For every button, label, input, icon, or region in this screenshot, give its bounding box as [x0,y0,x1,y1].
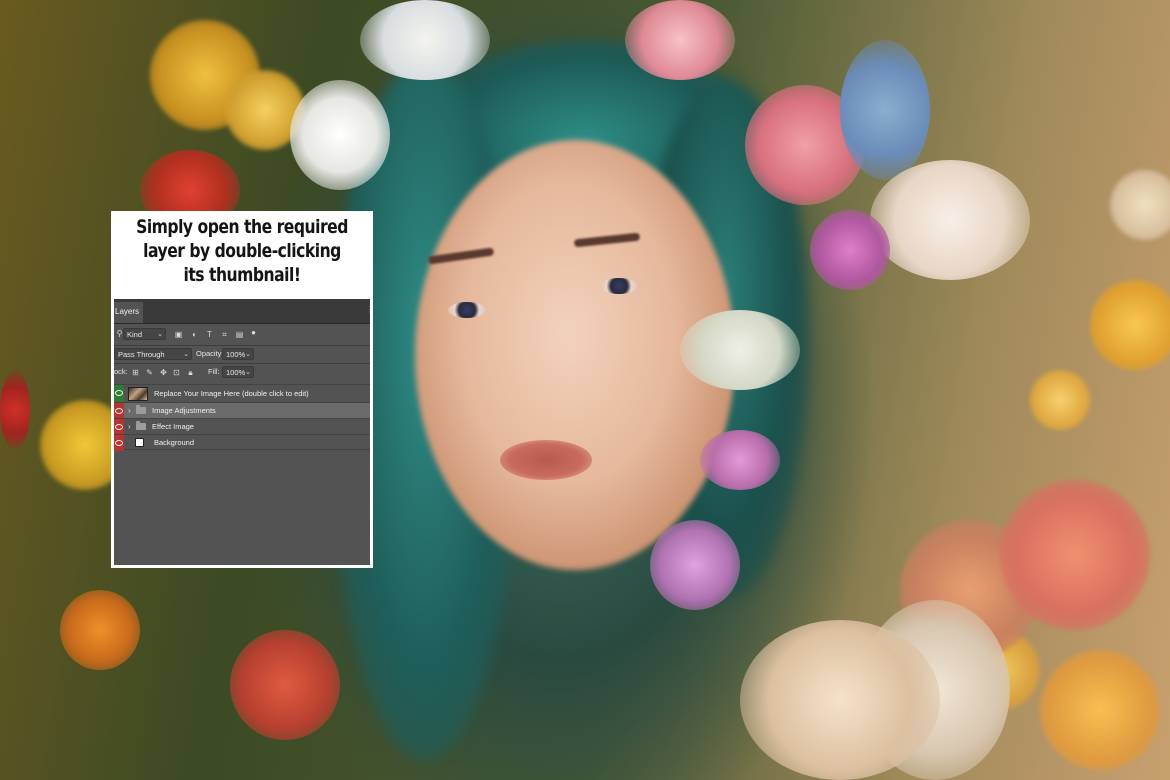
tutorial-card: Simply open the required layer by double… [111,211,373,568]
flower-magenta [700,430,780,490]
flower-red [230,630,340,740]
bokeh-light [1030,370,1090,430]
background-thumbnail[interactable] [135,438,144,447]
card-title-line: layer by double-clicking [143,240,341,262]
visibility-toggle[interactable] [114,385,124,403]
fill-input[interactable]: 100% ⌄ [222,366,254,378]
adjustment-filter-icon[interactable]: ◐ [190,330,199,339]
image-filter-icon[interactable]: ▣ [174,330,183,339]
bokeh-light [1040,650,1160,770]
eye-left [448,302,486,318]
lock-paint-icon[interactable]: ✎ [145,368,154,377]
layer-name: Effect Image [152,422,194,431]
blend-row: Pass Through ⌄ Opacity: 100% ⌄ [114,346,370,364]
folder-icon [136,405,146,414]
flower-white [680,310,800,390]
blend-mode-select[interactable]: Pass Through ⌄ [114,348,192,360]
eye-icon [115,408,123,414]
chevron-down-icon: ⌄ [245,369,251,376]
visibility-toggle[interactable] [114,435,124,451]
fill-label: Fill: [208,367,220,376]
filter-toggle-icon[interactable]: ● [249,328,258,337]
layer-row[interactable]: Background [114,434,370,451]
type-filter-icon[interactable]: T [205,330,214,339]
opacity-label: Opacity: [196,349,224,358]
flower-magenta [650,520,740,610]
lock-artboard-icon[interactable]: ⊡ [172,368,181,377]
shape-filter-icon[interactable]: ⌗ [220,330,229,339]
bokeh-light [1000,480,1150,630]
lock-position-icon[interactable]: ✥ [159,368,168,377]
layers-panel: Layers ⋮ ⚲ Kind ⌄ ▣ ◐ T ⌗ ▤ ● Pass Throu… [114,299,370,565]
bokeh-light [1110,170,1170,240]
flower-pink [625,0,735,80]
layer-name: Replace Your Image Here (double click to… [154,389,309,398]
eye-icon [115,440,123,446]
chevron-right-icon[interactable]: › [128,422,131,431]
layer-row[interactable]: › Image Adjustments [114,402,370,419]
fill-value: 100% [226,368,246,377]
lock-row: ock: ⊞ ✎ ✥ ⊡ 🔒︎ Fill: 100% ⌄ [114,364,370,382]
shoulder [740,620,940,780]
flower-white [290,80,390,190]
eye-icon [115,390,123,396]
flower-blue [840,40,930,180]
chevron-down-icon: ⌄ [157,331,163,338]
smart-object-filter-icon[interactable]: ▤ [235,330,244,339]
flower-magenta [810,210,890,290]
opacity-input[interactable]: 100% ⌄ [222,348,254,360]
visibility-toggle[interactable] [114,403,124,419]
card-title-line: Simply open the required [136,216,348,238]
filter-row: ⚲ Kind ⌄ ▣ ◐ T ⌗ ▤ ● [114,327,370,345]
opacity-value: 100% [226,350,246,359]
filter-kind-select[interactable]: Kind ⌄ [123,328,166,340]
flower-white [360,0,490,80]
blend-mode-value: Pass Through [118,350,165,359]
layer-name: Image Adjustments [152,406,216,415]
flower-orange [60,590,140,670]
lock-label: ock: [114,367,128,376]
folder-icon [136,421,146,430]
chevron-down-icon: ⌄ [245,351,251,358]
smart-object-thumbnail[interactable] [128,387,148,401]
card-title: Simply open the required layer by double… [135,215,350,287]
panel-menu-icon[interactable]: ⋮ [366,305,370,315]
lock-transparent-icon[interactable]: ⊞ [131,368,140,377]
lips [500,440,592,480]
layer-row[interactable]: Replace Your Image Here (double click to… [114,384,370,403]
layer-name: Background [154,438,195,447]
bokeh-light [1090,280,1170,370]
panel-tab-bar: Layers ⋮ [114,299,370,324]
chevron-down-icon: ⌄ [183,351,189,358]
flower-white [870,160,1030,280]
chevron-right-icon[interactable]: › [128,406,131,415]
filter-kind-value: Kind [127,330,143,339]
flower-red [0,370,30,450]
card-title-line: its thumbnail! [183,264,301,286]
lock-all-icon[interactable]: 🔒︎ [186,368,195,377]
visibility-toggle[interactable] [114,419,124,435]
tab-layers[interactable]: Layers [114,302,143,323]
eye-right [600,278,638,294]
layer-row[interactable]: › Effect Image [114,418,370,435]
eye-icon [115,424,123,430]
